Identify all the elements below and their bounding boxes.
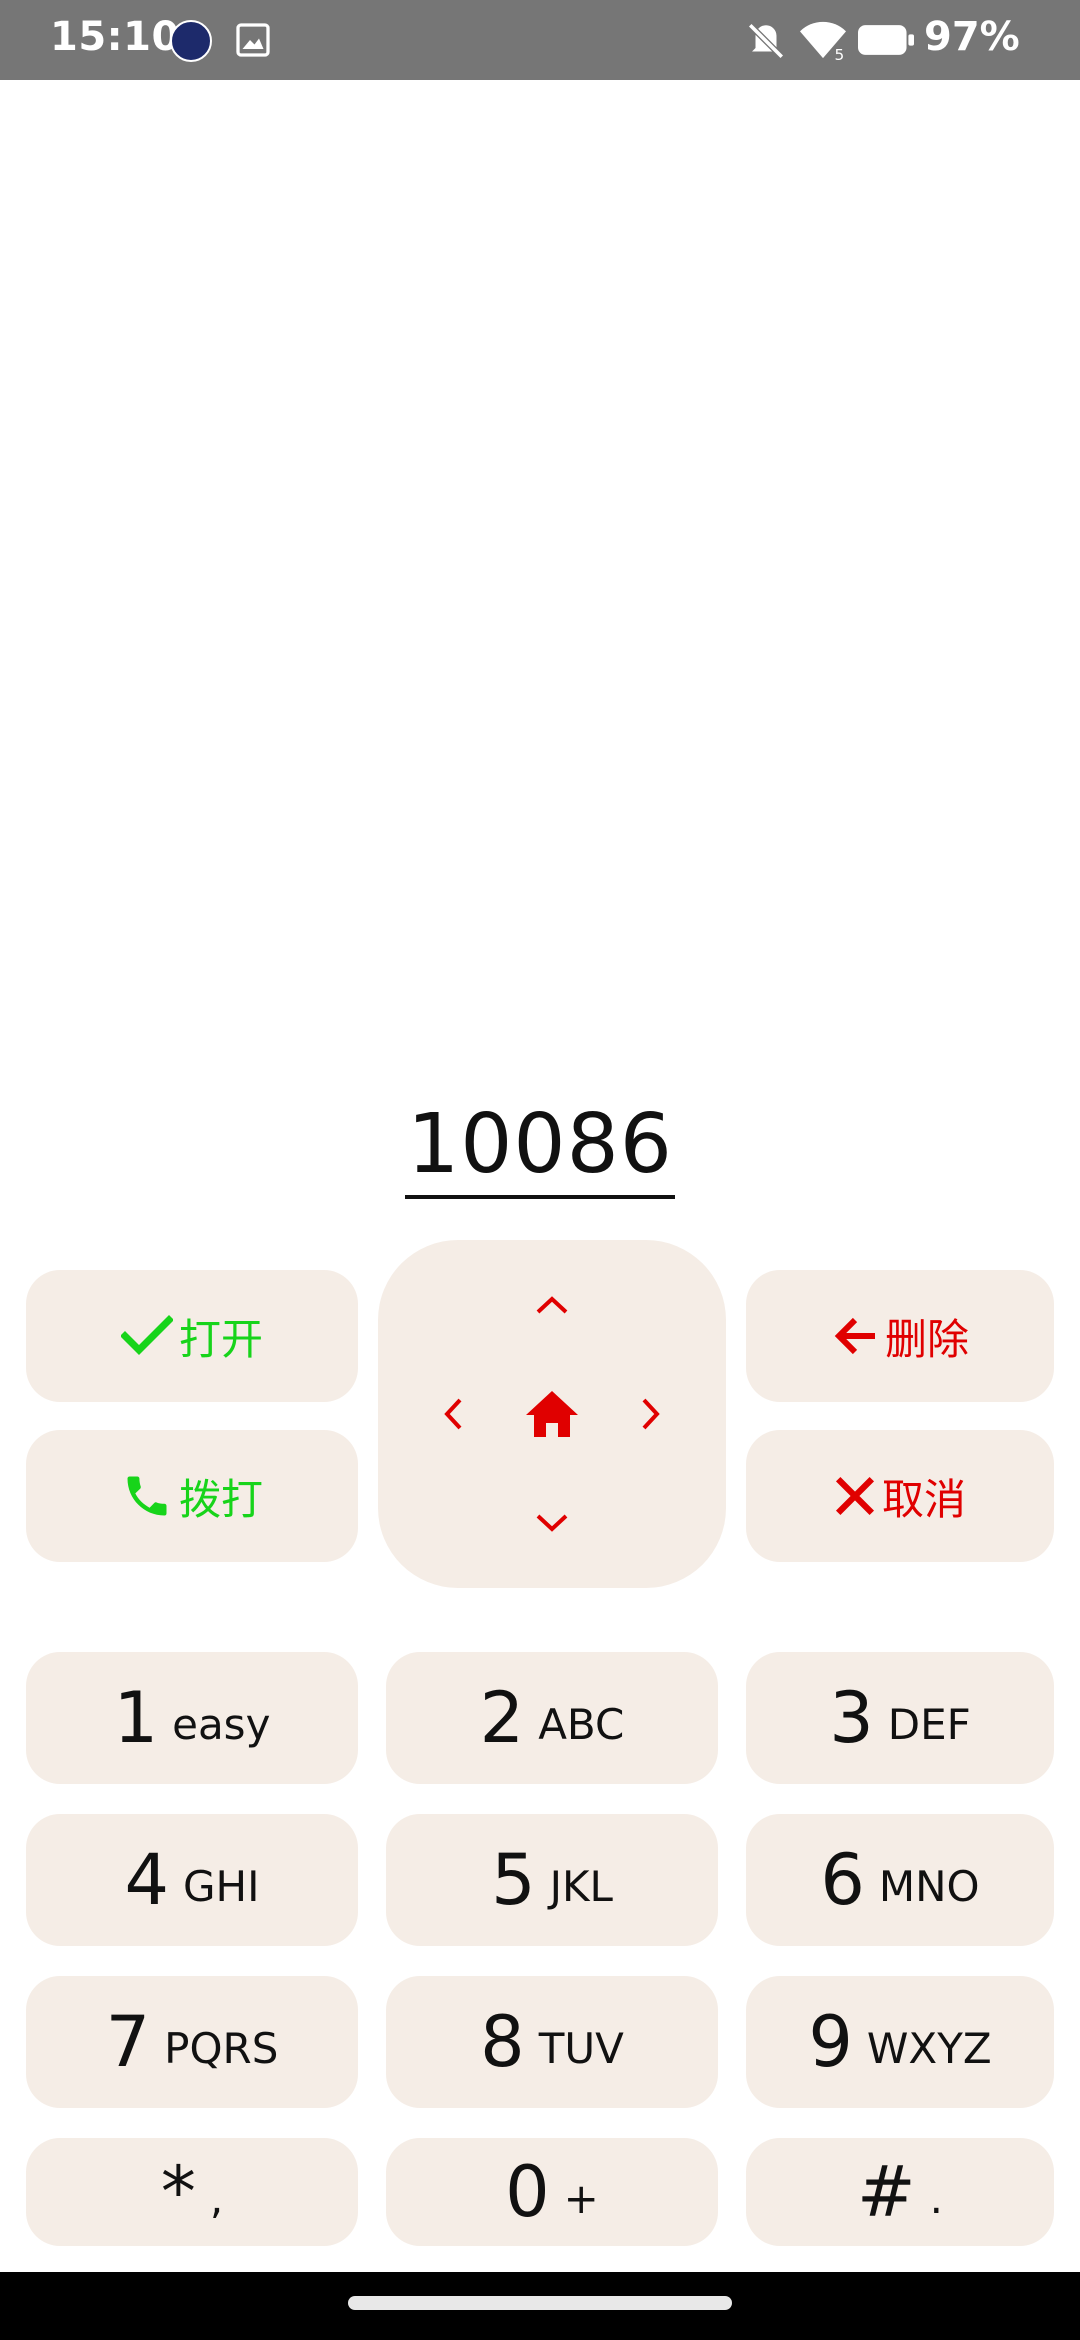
open-label: 打开 [178,1314,263,1364]
key-letters: DEF [887,1699,971,1749]
delete-label: 删除 [884,1314,969,1364]
battery-percent: 97% [924,14,1020,60]
key-hash[interactable]: # . [746,2138,1054,2246]
chevron-right-icon [642,1398,660,1430]
key-9[interactable]: 9 WXYZ [746,1976,1054,2108]
key-letters: JKL [549,1861,613,1911]
key-digit: 3 [829,1677,874,1759]
dialed-number: 10086 [0,1095,1080,1199]
key-digit: 5 [491,1839,536,1921]
key-digit: 6 [820,1839,865,1921]
dpad-right-button[interactable] [626,1384,676,1444]
home-icon [526,1391,578,1437]
key-letters: easy [172,1699,271,1749]
app-badge-icon [170,20,212,62]
key-0[interactable]: 0 + [386,2138,718,2246]
chevron-left-icon [444,1398,462,1430]
dpad-left-button[interactable] [428,1384,478,1444]
key-digit: * [160,2151,196,2233]
key-7[interactable]: 7 PQRS [26,1976,358,2108]
mute-icon [748,23,784,59]
key-letters: MNO [878,1861,980,1911]
close-icon [835,1476,875,1516]
key-4[interactable]: 4 GHI [26,1814,358,1946]
cancel-label: 取消 [881,1474,966,1524]
home-gesture-handle[interactable] [348,2296,732,2310]
key-letters: + [563,2173,599,2223]
dialed-number-text: 10086 [405,1095,675,1199]
key-digit: 9 [808,2001,853,2083]
open-button[interactable]: 打开 [26,1270,358,1402]
wifi-badge: 5 [835,46,845,62]
chevron-down-icon [536,1514,568,1532]
battery-icon [858,25,914,55]
key-letters: PQRS [164,2023,279,2073]
cancel-button[interactable]: 取消 [746,1430,1054,1562]
key-letters: , [209,2173,224,2223]
key-8[interactable]: 8 TUV [386,1976,718,2108]
status-time: 15:10 [50,14,180,60]
check-icon [120,1315,173,1355]
key-digit: 2 [479,1677,525,1759]
gallery-icon [236,23,270,57]
key-digit: 8 [480,2001,525,2083]
dpad-up-button[interactable] [522,1280,582,1330]
dial-button[interactable]: 拨打 [26,1430,358,1562]
key-letters: WXYZ [866,2023,992,2073]
key-letters: ABC [538,1699,625,1749]
wifi-icon: 5 [800,21,846,62]
arrow-left-icon [834,1317,875,1355]
dpad-home-button[interactable] [517,1379,587,1449]
key-digit: 7 [105,2001,151,2083]
phone-icon [127,1476,167,1516]
delete-button[interactable]: 删除 [746,1270,1054,1402]
key-1[interactable]: 1 easy [26,1652,358,1784]
dpad-down-button[interactable] [522,1498,582,1548]
key-digit: 1 [113,1677,159,1759]
key-6[interactable]: 6 MNO [746,1814,1054,1946]
key-star[interactable]: * , [26,2138,358,2246]
key-letters: GHI [183,1861,260,1911]
key-5[interactable]: 5 JKL [386,1814,718,1946]
dial-label: 拨打 [178,1474,263,1524]
key-3[interactable]: 3 DEF [746,1652,1054,1784]
key-letters: TUV [538,2023,624,2073]
key-letters: . [929,2173,943,2223]
key-digit: 0 [505,2151,550,2233]
key-2[interactable]: 2 ABC [386,1652,718,1784]
status-bar: 15:10 5 97% [0,0,1080,80]
dpad [378,1240,726,1588]
chevron-up-icon [536,1296,568,1314]
key-digit: 4 [124,1839,170,1921]
navigation-bar [0,2272,1080,2340]
key-digit: # [856,2151,916,2233]
